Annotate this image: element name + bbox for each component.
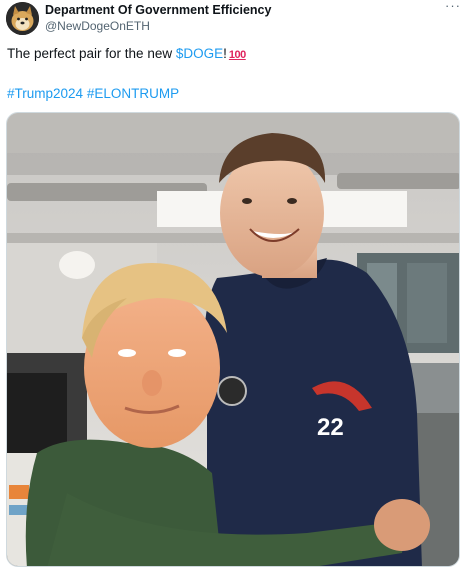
post-text: The perfect pair for the new $DOGE! 100 <box>7 46 246 61</box>
hashtags: #Trump2024 #ELONTRUMP <box>7 86 179 101</box>
hashtag-link[interactable]: #Trump2024 <box>7 86 83 101</box>
hashtag-link[interactable]: #ELONTRUMP <box>87 86 179 101</box>
cashtag-link[interactable]: $DOGE <box>176 46 223 61</box>
tweet: Department Of Government Efficiency @New… <box>0 0 469 576</box>
author-display-name[interactable]: Department Of Government Efficiency <box>45 3 271 17</box>
post-text-before: The perfect pair for the new <box>7 46 176 61</box>
hundred-points-emoji-icon: 100 <box>228 49 246 61</box>
post-image[interactable]: 22 <box>6 112 460 567</box>
author-avatar[interactable] <box>6 2 39 35</box>
author-handle[interactable]: @NewDogeOnETH <box>45 19 150 33</box>
photo-illustration: 22 <box>7 113 459 566</box>
post-text-after: ! <box>223 46 227 61</box>
jacket-patch-number: 22 <box>317 414 344 441</box>
more-options-icon[interactable]: ··· <box>444 0 462 15</box>
doge-avatar-icon <box>6 2 39 35</box>
